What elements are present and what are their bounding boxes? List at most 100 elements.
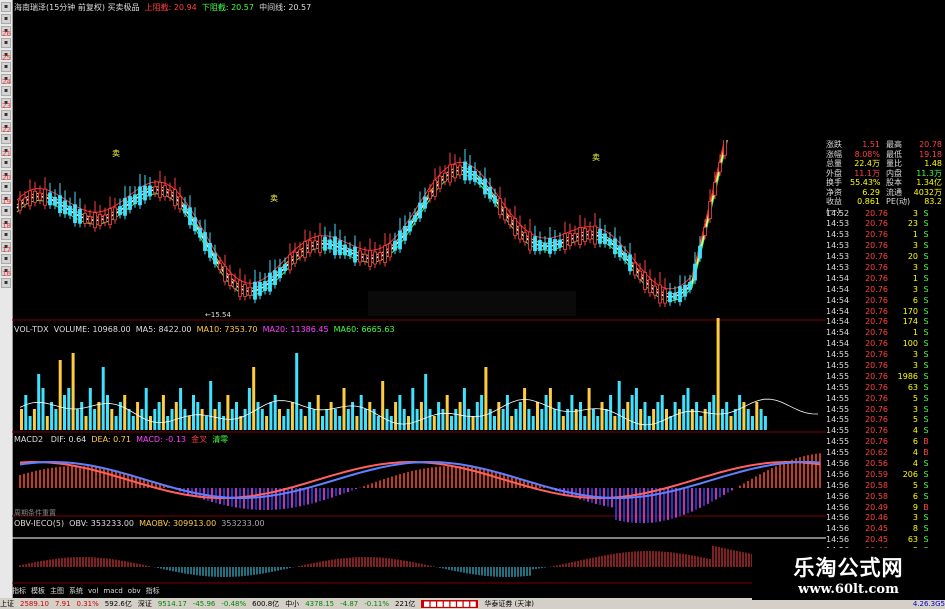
macd-legend: MACD2 DIF: 0.64 DEA: 0.71 MACD: -0.13 金叉… bbox=[14, 434, 228, 445]
sb-index3: 中小 bbox=[285, 599, 300, 608]
candle-body bbox=[23, 197, 27, 205]
candle-body bbox=[18, 199, 22, 211]
volume-bar bbox=[643, 402, 647, 430]
tick-s: S bbox=[923, 458, 929, 468]
tick-t: 14:55 bbox=[826, 393, 850, 403]
volume-bar bbox=[695, 402, 699, 430]
low-price-label: ←15.54 bbox=[205, 311, 231, 319]
volume-bar bbox=[161, 395, 165, 430]
tick-s: S bbox=[923, 208, 929, 218]
volume-ma-line bbox=[19, 398, 819, 426]
tick-p: 20.76 bbox=[865, 360, 888, 370]
tick-s: S bbox=[923, 252, 929, 262]
tick-v: 63 bbox=[907, 382, 918, 392]
candle-body bbox=[483, 178, 487, 195]
volume-bar bbox=[467, 409, 471, 430]
volume-bar bbox=[20, 409, 23, 430]
volume-bar bbox=[45, 416, 49, 430]
tick-v: 4 bbox=[912, 426, 918, 436]
bottom-tab[interactable]: vol bbox=[88, 587, 98, 595]
tool-button[interactable]: ▪ bbox=[1, 2, 11, 12]
stat-k1: 涨跌 bbox=[826, 140, 842, 149]
volume-bar bbox=[131, 416, 135, 430]
tick-s: S bbox=[923, 328, 929, 338]
candle-body bbox=[663, 288, 667, 304]
candle-body bbox=[618, 245, 622, 258]
tick-s: S bbox=[923, 491, 929, 501]
tick-v: 9 bbox=[912, 502, 918, 512]
tick-row: 14:55 20.76 3 S bbox=[826, 405, 945, 416]
candle-body bbox=[263, 281, 267, 291]
volume-bar bbox=[613, 416, 617, 430]
axis-tick: 25 bbox=[2, 54, 11, 62]
volume-bar bbox=[553, 409, 557, 430]
candle-body bbox=[153, 186, 157, 194]
candle-body bbox=[158, 182, 162, 198]
bottom-tab[interactable]: obv bbox=[128, 587, 141, 595]
candle-body bbox=[418, 202, 422, 219]
bottom-tab[interactable]: 指标 bbox=[12, 586, 26, 596]
candle-body bbox=[533, 236, 537, 252]
candle-body bbox=[198, 227, 202, 238]
tick-t: 14:55 bbox=[826, 404, 850, 414]
tick-p: 20.49 bbox=[865, 502, 888, 512]
candle-body bbox=[288, 254, 292, 271]
volume-bar bbox=[71, 353, 75, 430]
tick-row: 14:53 20.76 3 S bbox=[826, 263, 945, 274]
tick-s: S bbox=[923, 480, 929, 490]
candle-body bbox=[218, 263, 222, 271]
tick-t: 14:55 bbox=[826, 437, 850, 447]
volume-bar bbox=[308, 402, 312, 430]
tick-t: 14:54 bbox=[826, 328, 850, 338]
bottom-tabs: 指标 模板 主图 系统 vol macd obv 指标 bbox=[12, 585, 752, 597]
candle-body bbox=[498, 198, 502, 216]
volume-bar bbox=[329, 402, 333, 430]
sell-marker-3: 卖 bbox=[592, 153, 600, 162]
vol-name: VOL-TDX bbox=[14, 325, 49, 334]
bottom-tab[interactable]: 指标 bbox=[146, 586, 160, 596]
bottom-tab[interactable]: 主图 bbox=[50, 586, 64, 596]
volume-bar bbox=[179, 388, 183, 430]
volume-bar bbox=[394, 402, 398, 430]
volume-bar bbox=[265, 416, 269, 430]
stat-row: 收益(一) 0.861 PE(动) 83.2 bbox=[826, 197, 945, 216]
candle-body bbox=[453, 164, 457, 179]
volume-bar bbox=[127, 409, 131, 430]
stat-v1: 11.1万 bbox=[854, 168, 880, 178]
tick-p: 20.76 bbox=[865, 415, 888, 425]
bottom-tab[interactable]: 系统 bbox=[69, 586, 83, 596]
candle-body bbox=[643, 272, 647, 290]
candle-body bbox=[108, 208, 112, 226]
volume-bar bbox=[217, 402, 221, 430]
candle-body bbox=[53, 196, 57, 206]
volume-bar bbox=[755, 402, 759, 430]
chart-title: 海南瑞泽(15分钟 前复权) 买卖极品 上阻截: 20.94 下阻截: 20.5… bbox=[14, 2, 311, 13]
candle-body bbox=[623, 252, 627, 261]
tick-t: 14:56 bbox=[826, 513, 850, 523]
tick-t: 14:55 bbox=[826, 360, 850, 370]
tool-button[interactable]: ▪ bbox=[1, 14, 11, 24]
tick-v: 8 bbox=[912, 524, 918, 534]
sb-right: 4.26.3G5 bbox=[912, 599, 945, 608]
candle-body bbox=[128, 196, 132, 210]
tick-p: 20.58 bbox=[865, 480, 888, 490]
candle-body bbox=[38, 192, 42, 201]
bottom-tab[interactable]: macd bbox=[103, 587, 122, 595]
candle-body bbox=[713, 181, 717, 196]
obv-legend: OBV-IECO(5) OBV: 353233.00 MAOBV: 309913… bbox=[14, 519, 265, 528]
candle-body bbox=[668, 291, 672, 303]
volume-bar bbox=[725, 402, 729, 430]
volume-bar bbox=[97, 402, 101, 430]
bottom-tab[interactable]: 模板 bbox=[31, 586, 45, 596]
tick-t: 14:53 bbox=[826, 252, 850, 262]
volume-bar bbox=[763, 416, 767, 430]
tick-t: 14:54 bbox=[826, 273, 850, 283]
tick-t: 14:55 bbox=[826, 371, 850, 381]
candle-body bbox=[193, 217, 197, 232]
candle-body bbox=[443, 172, 447, 182]
tick-v: 3 bbox=[912, 284, 918, 294]
tick-p: 20.45 bbox=[865, 524, 888, 534]
volume-bar bbox=[716, 318, 720, 430]
volume-bar bbox=[93, 409, 97, 430]
volume-bar bbox=[690, 409, 694, 430]
